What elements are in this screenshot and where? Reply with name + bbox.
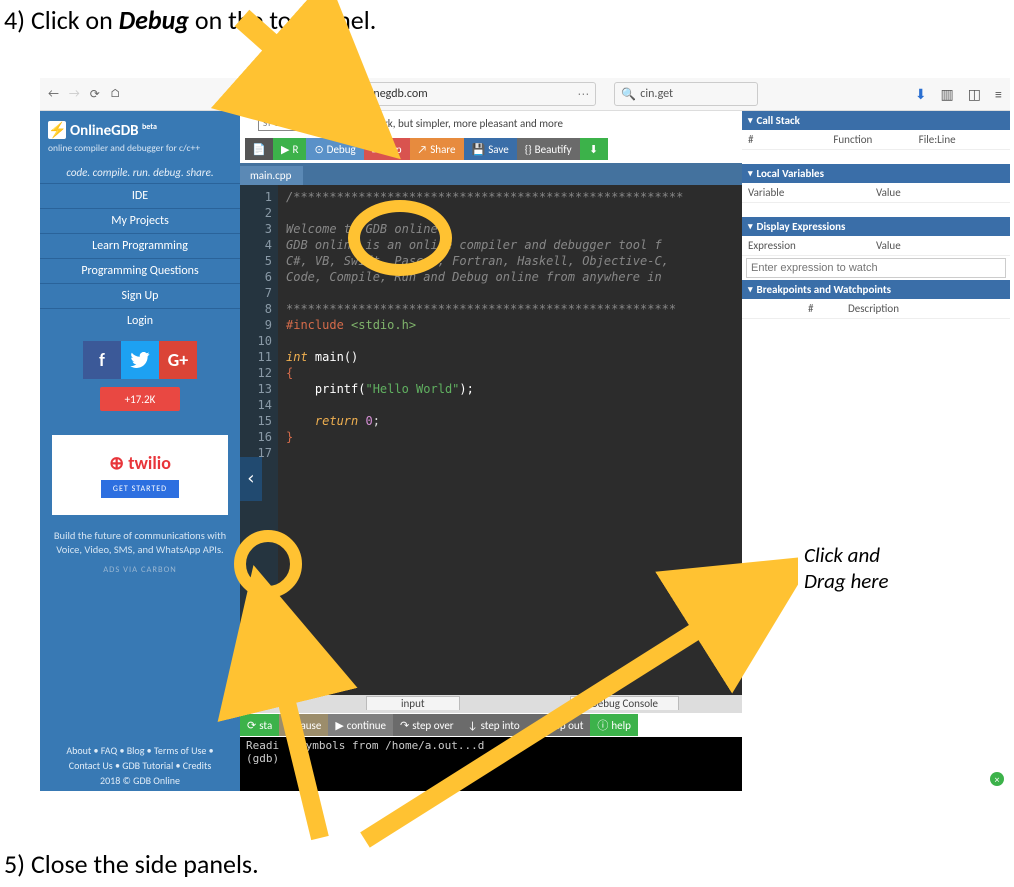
- ad-text: Build the future of communications with …: [40, 529, 240, 557]
- step5-instruction: 5) Close the side panels.: [4, 848, 259, 880]
- chevron-down-icon: ▾: [748, 115, 753, 126]
- browser-toolbar: ← → ⟳ ⌂ ⓘ 🔒 http www.onlinegdb.com ⋯ 🔍 c…: [40, 78, 1010, 111]
- googleplus-icon[interactable]: G+: [159, 341, 197, 379]
- debug-continue-button[interactable]: ▶ continue: [328, 714, 393, 736]
- share-count-button[interactable]: + 17.2K: [100, 387, 180, 411]
- site-subtitle: online compiler and debugger for c/c++: [48, 142, 232, 154]
- url-text: www.onlinegdb.com: [327, 87, 428, 101]
- url-menu-icon[interactable]: ⋯: [577, 87, 589, 102]
- sidebar-item-questions[interactable]: Programming Questions: [40, 258, 240, 283]
- run-button[interactable]: ▶ R: [273, 138, 306, 160]
- step4-instruction: 4) Click on Debug on the top panel.: [0, 0, 1014, 36]
- input-tab[interactable]: input: [366, 696, 460, 710]
- download-button[interactable]: ⬇: [580, 138, 608, 160]
- home-icon[interactable]: ⌂: [110, 87, 121, 102]
- debug-pause-button[interactable]: ⏸ pause: [279, 714, 328, 736]
- debug-console[interactable]: Readi symbols from /home/a.out...d e. (g…: [240, 737, 742, 791]
- code-editor[interactable]: 1234567891011121314151617 /*************…: [240, 185, 742, 695]
- back-icon[interactable]: ←: [48, 87, 59, 102]
- sidebar-item-projects[interactable]: My Projects: [40, 208, 240, 233]
- sidebar-item-signup[interactable]: Sign Up: [40, 283, 240, 308]
- watch-expression-input[interactable]: [746, 258, 1006, 278]
- new-file-button[interactable]: 📄: [245, 138, 273, 160]
- debug-stepout-button[interactable]: ↑ step out: [527, 714, 591, 736]
- sidebar-footer: About • FAQ • Blog • Terms of Use • Cont…: [40, 743, 240, 791]
- sponsor-banner: SPONSOR Slack mwork, but simpler, more p…: [240, 111, 742, 135]
- search-icon: 🔍: [621, 87, 636, 102]
- display-header[interactable]: ▾Display Expressions: [742, 217, 1010, 236]
- lock-icon: 🔒: [285, 88, 299, 101]
- reload-icon[interactable]: ⟳: [90, 87, 100, 102]
- debug-button[interactable]: ⊙ Debug: [306, 138, 363, 160]
- debug-start-button[interactable]: ⟳ sta: [240, 714, 279, 736]
- close-icon[interactable]: ×: [990, 772, 1004, 786]
- debug-stepover-button[interactable]: ↷ step over: [393, 714, 461, 736]
- forward-icon[interactable]: →: [69, 87, 80, 102]
- locals-header[interactable]: ▾Local Variables: [742, 164, 1010, 183]
- site-tagline: code. compile. run. debug. share.: [40, 166, 240, 179]
- debug-console-tab[interactable]: Debug Console: [570, 696, 679, 710]
- file-tabbar: main.cpp: [240, 163, 742, 185]
- chevron-down-icon: ▾: [748, 284, 753, 295]
- sidebar-item-login[interactable]: Login: [40, 308, 240, 333]
- bottom-tabbar: input Debug Console: [240, 695, 742, 713]
- share-button[interactable]: ↗ Share: [410, 138, 464, 160]
- editor-toolbar: 📄 ▶ R ⊙ Debug ■ Stop ↗ Share 💾 Save {} B…: [240, 135, 742, 163]
- sidebar-icon[interactable]: ◫: [968, 86, 981, 103]
- callstack-header[interactable]: ▾Call Stack: [742, 111, 1010, 130]
- chevron-down-icon: ▾: [748, 168, 753, 179]
- breakpoints-header[interactable]: ▾Breakpoints and Watchpoints: [742, 280, 1010, 299]
- site-sidebar: ⚡OnlineGDB beta online compiler and debu…: [40, 111, 240, 791]
- stop-button[interactable]: ■ Stop: [364, 138, 410, 160]
- browser-search[interactable]: 🔍 cin.get: [614, 82, 758, 106]
- bolt-icon: ⚡: [48, 121, 66, 139]
- file-tab[interactable]: main.cpp: [240, 166, 303, 185]
- beautify-button[interactable]: {} Beautify: [517, 138, 580, 160]
- download-icon[interactable]: ⬇: [915, 86, 927, 103]
- chevron-down-icon: ▾: [748, 221, 753, 232]
- drag-note: Click and Drag here: [798, 538, 895, 598]
- sidebar-nav: IDE My Projects Learn Programming Progra…: [40, 183, 240, 333]
- screenshot-frame: ← → ⟳ ⌂ ⓘ 🔒 http www.onlinegdb.com ⋯ 🔍 c…: [40, 78, 1010, 790]
- save-button[interactable]: 💾 Save: [464, 138, 517, 160]
- library-icon[interactable]: ▥: [941, 86, 954, 103]
- collapse-sidebar-button[interactable]: ‹: [240, 457, 262, 501]
- twitter-icon[interactable]: [121, 341, 159, 379]
- facebook-icon[interactable]: f: [83, 341, 121, 379]
- sponsor-ad[interactable]: ⊕ twilio GET STARTED: [52, 435, 228, 515]
- menu-icon[interactable]: ≡: [995, 86, 1002, 103]
- debug-stepinto-button[interactable]: ↓ step into: [461, 714, 527, 736]
- ad-cta-button[interactable]: GET STARTED: [101, 480, 179, 498]
- site-logo[interactable]: ⚡OnlineGDB beta: [48, 121, 232, 140]
- ads-via-label: ADS VIA CARBON: [40, 565, 240, 575]
- info-icon: ⓘ: [269, 86, 281, 103]
- sidebar-item-ide[interactable]: IDE: [40, 183, 240, 208]
- debug-control-bar: ⟳ sta ⏸ pause ▶ continue ↷ step over ↓ s…: [240, 713, 742, 737]
- debug-panels: ▾Call Stack #FunctionFile:Line ▾Local Va…: [742, 111, 1010, 791]
- debug-help-button[interactable]: ⓘ help: [590, 714, 638, 736]
- url-bar[interactable]: ⓘ 🔒 http www.onlinegdb.com ⋯: [262, 82, 596, 106]
- sidebar-item-learn[interactable]: Learn Programming: [40, 233, 240, 258]
